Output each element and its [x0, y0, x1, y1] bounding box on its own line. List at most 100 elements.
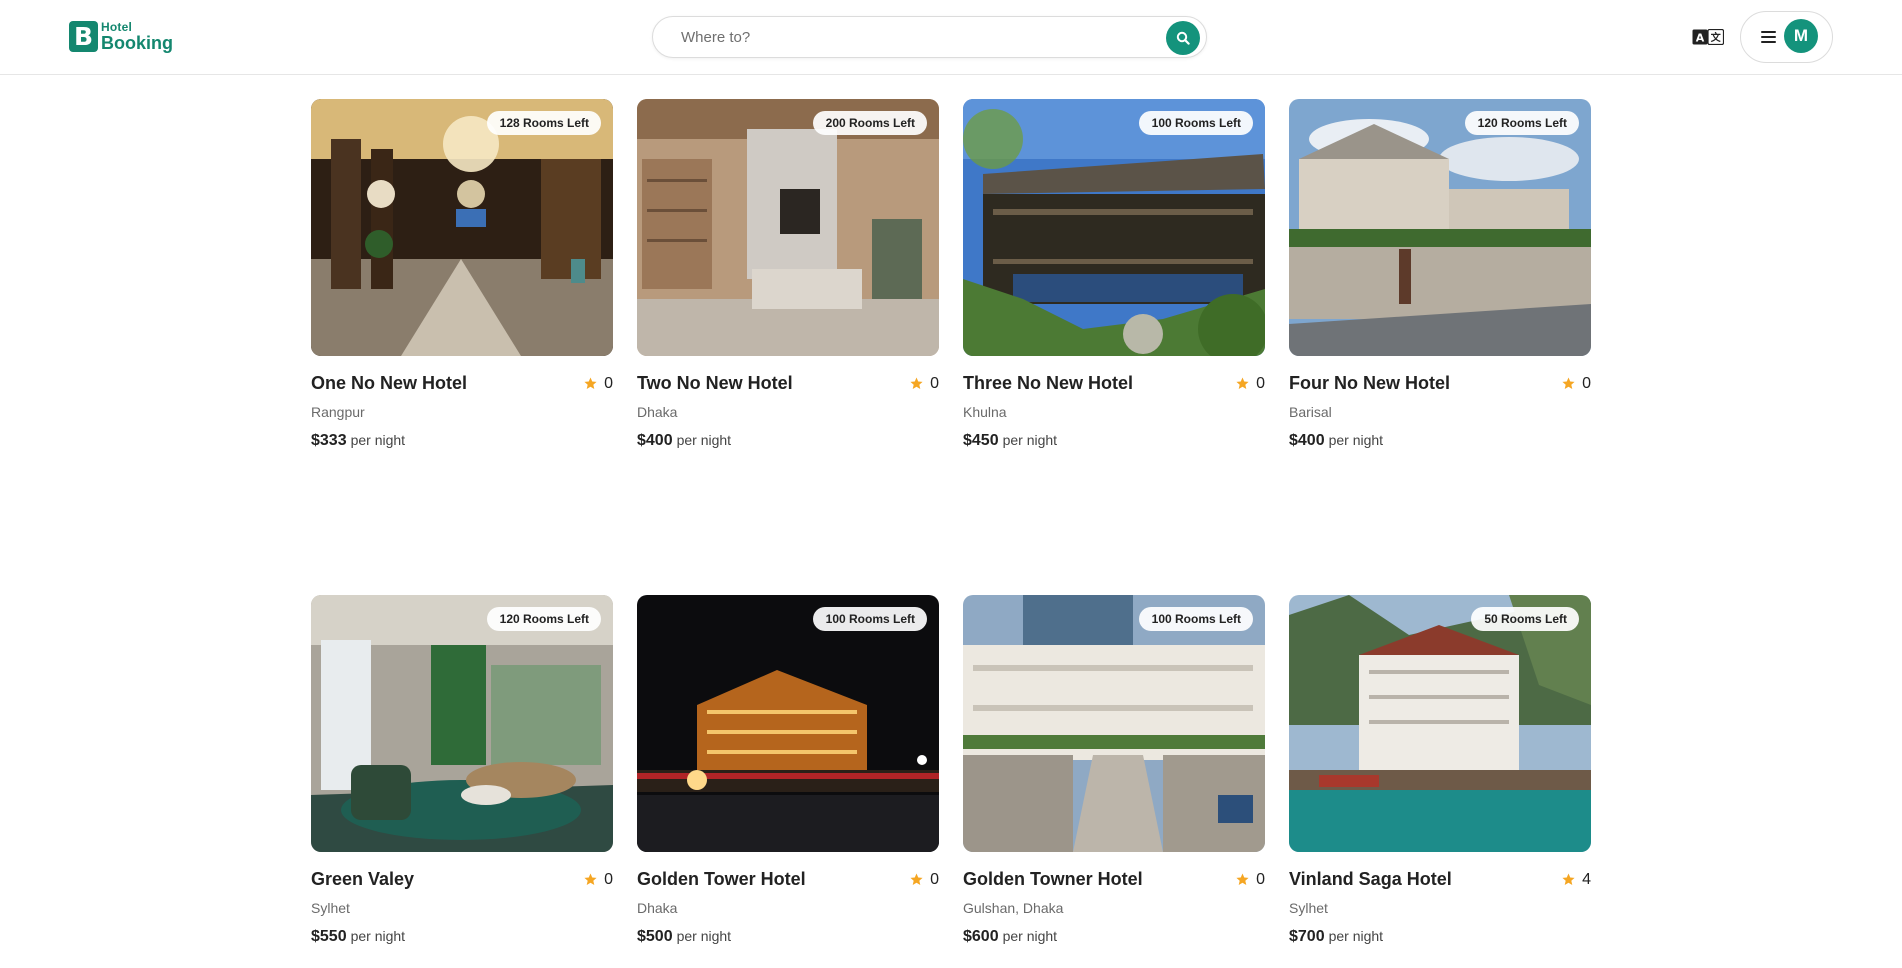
star-icon — [1236, 873, 1249, 886]
price-row: $333 per night — [311, 432, 613, 450]
hotel-card[interactable]: 120 Rooms Left Green Valey 0 Sylhet $550… — [311, 595, 613, 945]
logo-mark: B — [69, 21, 98, 52]
price-row: $400 per night — [1289, 432, 1591, 450]
star-icon — [1562, 873, 1575, 886]
rating: 0 — [584, 375, 613, 393]
price-row: $700 per night — [1289, 928, 1591, 946]
hotel-location: Dhaka — [637, 404, 678, 420]
hotel-location: Rangpur — [311, 404, 365, 420]
hotel-name: Green Valey — [311, 869, 415, 889]
rating: 0 — [910, 375, 939, 393]
rooms-left-badge: 128 Rooms Left — [486, 111, 601, 135]
rating: 0 — [1236, 375, 1265, 393]
hotel-card[interactable]: 100 Rooms Left Three No New Hotel 0 Khul… — [963, 99, 1265, 449]
rating: 0 — [1236, 871, 1265, 889]
hotel-name: Three No New Hotel — [963, 373, 1134, 393]
hotel-name: One No New Hotel — [311, 373, 468, 393]
hotel-image: 120 Rooms Left — [1289, 99, 1591, 356]
price: $400 — [637, 432, 673, 449]
per-night-label: per night — [1002, 432, 1058, 448]
rating: 0 — [1562, 375, 1591, 393]
hotel-image: 128 Rooms Left — [311, 99, 613, 356]
rating-value: 0 — [1256, 374, 1265, 392]
hotel-card[interactable]: 100 Rooms Left Golden Towner Hotel 0 Gul… — [963, 595, 1265, 945]
svg-text:文: 文 — [1711, 31, 1722, 44]
hotel-card[interactable]: 120 Rooms Left Four No New Hotel 0 Baris… — [1289, 99, 1591, 449]
hotel-card[interactable]: 200 Rooms Left Two No New Hotel 0 Dhaka … — [637, 99, 939, 449]
rooms-left-badge: 200 Rooms Left — [812, 111, 927, 135]
rooms-left-badge: 100 Rooms Left — [1138, 607, 1253, 631]
hotel-name: Four No New Hotel — [1289, 373, 1450, 393]
rooms-left-badge: 100 Rooms Left — [812, 607, 927, 631]
star-icon — [584, 377, 597, 390]
top-nav: B Hotel Booking A 文 M — [0, 0, 1902, 75]
per-night-label: per night — [1002, 928, 1058, 944]
hotel-image: 100 Rooms Left — [637, 595, 939, 852]
rooms-left-badge: 120 Rooms Left — [486, 607, 601, 631]
hotel-card[interactable]: 100 Rooms Left Golden Tower Hotel 0 Dhak… — [637, 595, 939, 945]
hotel-image: 200 Rooms Left — [637, 99, 939, 356]
per-night-label: per night — [676, 928, 732, 944]
rooms-left-badge: 100 Rooms Left — [1138, 111, 1253, 135]
per-night-label: per night — [676, 432, 732, 448]
hotel-card[interactable]: 50 Rooms Left Vinland Saga Hotel 4 Sylhe… — [1289, 595, 1591, 945]
per-night-label: per night — [1328, 928, 1384, 944]
hotel-image: 100 Rooms Left — [963, 99, 1265, 356]
hotel-location: Gulshan, Dhaka — [963, 900, 1064, 916]
profile-menu-button[interactable]: M — [1740, 11, 1833, 63]
per-night-label: per night — [350, 432, 406, 448]
translate-icon: A 文 — [1692, 29, 1724, 45]
search-icon — [1176, 31, 1190, 45]
rating: 4 — [1562, 871, 1591, 889]
rating-value: 0 — [604, 374, 613, 392]
hotel-grid: 128 Rooms Left One No New Hotel 0 Rangpu… — [311, 99, 1592, 945]
star-icon — [1562, 377, 1575, 390]
price: $700 — [1289, 928, 1325, 945]
avatar: M — [1784, 19, 1818, 53]
logo-text: Hotel Booking — [101, 21, 173, 52]
price: $600 — [963, 928, 999, 945]
hotel-image: 120 Rooms Left — [311, 595, 613, 852]
per-night-label: per night — [1328, 432, 1384, 448]
price: $500 — [637, 928, 673, 945]
per-night-label: per night — [350, 928, 406, 944]
hotel-location: Khulna — [963, 404, 1007, 420]
search-bar — [652, 16, 1207, 58]
price-row: $400 per night — [637, 432, 939, 450]
hotel-name: Golden Towner Hotel — [963, 869, 1143, 889]
rating: 0 — [584, 871, 613, 889]
hotel-name: Golden Tower Hotel — [637, 869, 806, 889]
star-icon — [1236, 377, 1249, 390]
hotel-location: Dhaka — [637, 900, 678, 916]
language-button[interactable]: A 文 — [1692, 28, 1724, 46]
rating-value: 4 — [1582, 870, 1591, 888]
hotel-name: Vinland Saga Hotel — [1289, 869, 1452, 889]
price-row: $550 per night — [311, 928, 613, 946]
price-row: $450 per night — [963, 432, 1265, 450]
rating-value: 0 — [930, 870, 939, 888]
price: $550 — [311, 928, 347, 945]
hotel-card[interactable]: 128 Rooms Left One No New Hotel 0 Rangpu… — [311, 99, 613, 449]
hotel-location: Sylhet — [311, 900, 350, 916]
price: $400 — [1289, 432, 1325, 449]
rating-value: 0 — [604, 870, 613, 888]
search-input[interactable] — [681, 22, 1151, 52]
rooms-left-badge: 50 Rooms Left — [1471, 607, 1579, 631]
price-row: $500 per night — [637, 928, 939, 946]
logo[interactable]: B Hotel Booking — [69, 20, 173, 53]
rating-value: 0 — [1256, 870, 1265, 888]
hotel-name: Two No New Hotel — [637, 373, 793, 393]
star-icon — [584, 873, 597, 886]
hotel-image: 100 Rooms Left — [963, 595, 1265, 852]
hotel-image: 50 Rooms Left — [1289, 595, 1591, 852]
svg-text:A: A — [1696, 32, 1705, 45]
hotel-location: Sylhet — [1289, 900, 1328, 916]
search-button[interactable] — [1166, 21, 1200, 55]
menu-icon — [1761, 31, 1776, 43]
rating: 0 — [910, 871, 939, 889]
star-icon — [910, 873, 923, 886]
logo-line-1: Hotel — [101, 20, 132, 34]
star-icon — [910, 377, 923, 390]
rating-value: 0 — [1582, 374, 1591, 392]
price-row: $600 per night — [963, 928, 1265, 946]
